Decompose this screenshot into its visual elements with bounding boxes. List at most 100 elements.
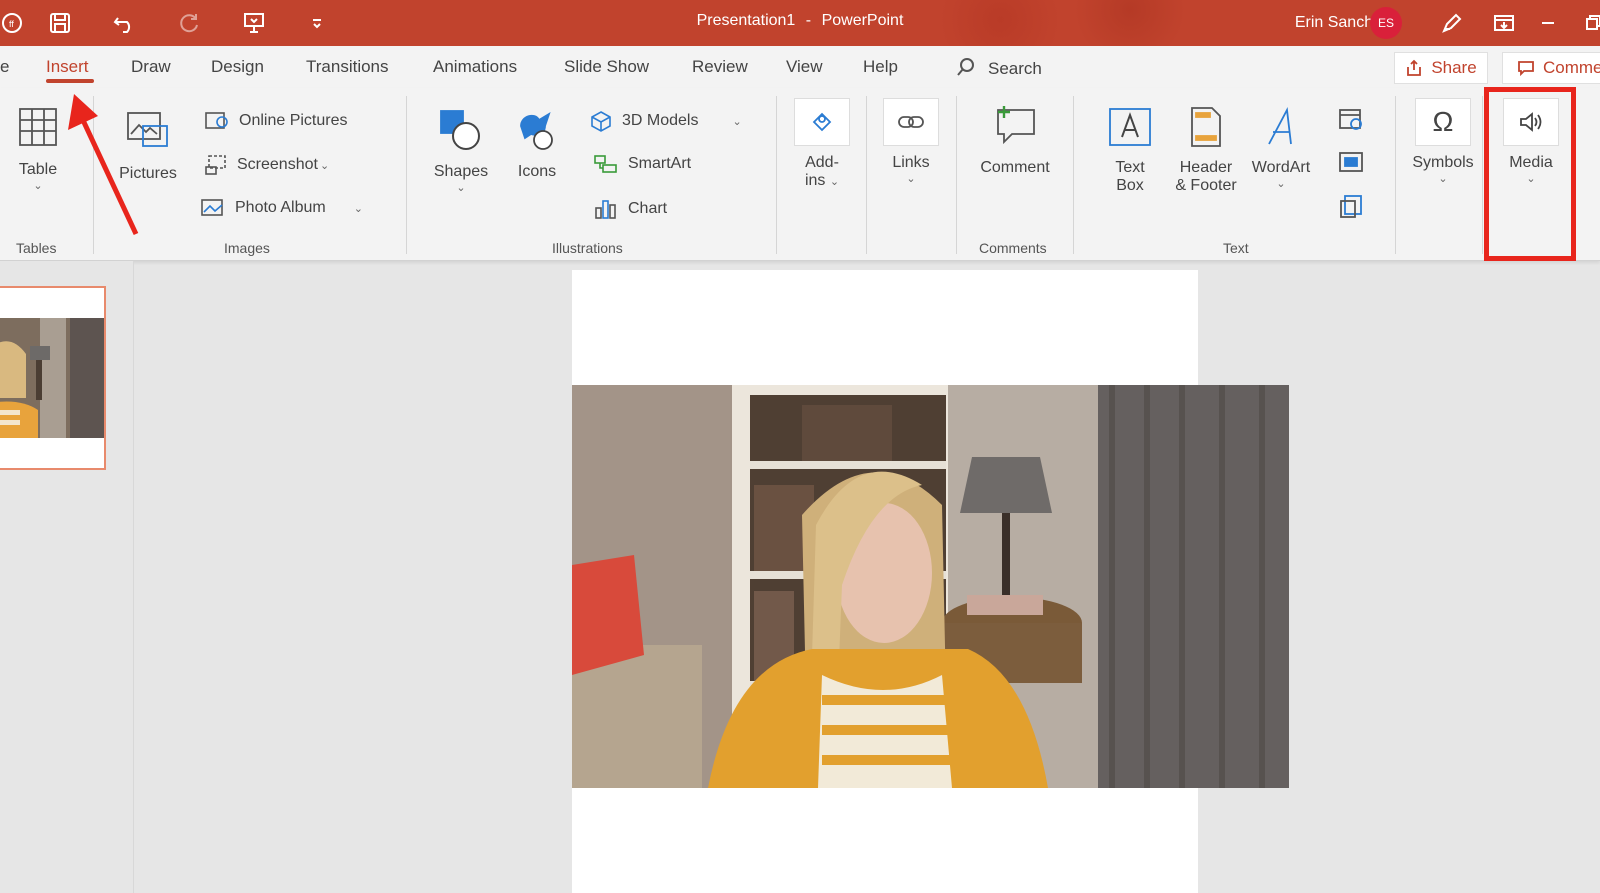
photo-album-button[interactable]: Photo Album ⌄ (201, 198, 363, 218)
comments-label: Comme (1543, 58, 1600, 77)
tab-animations[interactable]: Animations (433, 57, 517, 77)
symbols-label: Symbols (1412, 154, 1474, 171)
header-footer-button[interactable]: Header & Footer (1168, 106, 1244, 195)
annotation-arrow (68, 94, 139, 236)
add-ins-label-line1: Add- (805, 154, 839, 171)
icons-label: Icons (517, 163, 557, 180)
share-button[interactable]: Share (1394, 52, 1488, 84)
online-pictures-icon (205, 112, 228, 129)
share-icon (1407, 59, 1422, 76)
group-label-images: Images (224, 240, 270, 256)
omega-icon: Ω (1415, 98, 1471, 146)
group-divider (1395, 96, 1396, 254)
wordart-icon (1268, 107, 1292, 145)
shapes-button[interactable]: Shapes ⌄ (432, 108, 490, 194)
group-divider (406, 96, 407, 254)
chevron-down-icon: ⌄ (33, 180, 43, 192)
chevron-down-icon: ⌄ (319, 159, 330, 172)
tell-me-search[interactable]: Search (956, 57, 1042, 79)
links-label: Links (892, 154, 930, 171)
pen-icon[interactable] (1440, 0, 1464, 46)
add-ins-icon (812, 112, 832, 132)
tab-slide-show[interactable]: Slide Show (564, 57, 649, 77)
ribbon-tabs: e Insert Draw Design Transitions Animati… (0, 46, 1600, 88)
add-ins-button[interactable]: Add- ins ⌄ (792, 98, 852, 190)
shapes-label: Shapes (433, 163, 489, 180)
annotation-highlight-box (1484, 87, 1576, 261)
chart-button[interactable]: Chart (594, 198, 667, 220)
cube-icon (591, 111, 611, 132)
text-box-label-1: Text (1115, 159, 1145, 176)
comments-button[interactable]: Comme (1502, 52, 1600, 84)
slide-thumbnail-video-image (0, 318, 104, 438)
chevron-down-icon: ⌄ (1276, 178, 1286, 190)
tab-insert[interactable]: Insert (46, 57, 89, 77)
comment-icon (1518, 61, 1534, 77)
screenshot-button[interactable]: Screenshot ⌄ (205, 154, 329, 176)
avatar[interactable]: ES (1370, 7, 1402, 39)
add-ins-label-line2: ins ⌄ (792, 172, 852, 190)
link-icon (898, 116, 924, 128)
active-tab-indicator (46, 79, 94, 83)
ribbon-display-icon[interactable] (1493, 0, 1515, 46)
tab-review[interactable]: Review (692, 57, 748, 77)
table-icon (19, 108, 57, 146)
slide-video-image[interactable] (572, 385, 1289, 788)
group-divider (1482, 96, 1483, 254)
tab-design[interactable]: Design (211, 57, 264, 77)
slide-number-button[interactable] (1338, 150, 1364, 179)
group-label-text: Text (1223, 240, 1249, 256)
restore-icon[interactable] (1585, 0, 1600, 46)
slide-number-icon (1339, 152, 1363, 172)
chart-icon (595, 200, 616, 219)
symbols-button[interactable]: Ω Symbols ⌄ (1410, 98, 1476, 185)
text-box-button[interactable]: Text Box (1102, 106, 1158, 195)
screenshot-icon (205, 155, 226, 175)
document-title: Presentation1 (696, 12, 796, 29)
table-button[interactable]: Table ⌄ (14, 106, 62, 192)
tab-view[interactable]: View (786, 57, 823, 77)
group-divider (956, 96, 957, 254)
tab-help[interactable]: Help (863, 57, 898, 77)
table-label: Table (18, 161, 58, 178)
minimize-icon[interactable] (1540, 0, 1556, 46)
photo-album-icon (201, 199, 223, 216)
links-button[interactable]: Links ⌄ (881, 98, 941, 185)
search-icon (957, 58, 974, 76)
header-footer-label-1: Header (1179, 159, 1233, 176)
object-icon (1340, 195, 1362, 218)
new-comment-button[interactable]: Comment (977, 104, 1053, 177)
group-label-comments: Comments (979, 240, 1047, 256)
chart-label: Chart (628, 200, 668, 217)
3d-models-button[interactable]: 3D Models ⌄ (590, 110, 742, 132)
icons-icon (520, 111, 553, 150)
icons-button[interactable]: Icons (512, 108, 562, 181)
title-separator: - (805, 12, 812, 29)
chevron-down-icon: ⌄ (906, 173, 916, 185)
photo-album-label: Photo Album (235, 199, 326, 216)
chevron-down-icon: ⌄ (456, 182, 466, 194)
screenshot-label: Screenshot (237, 156, 318, 173)
chevron-down-icon: ⌄ (732, 115, 742, 128)
smartart-label: SmartArt (628, 155, 692, 172)
chevron-down-icon: ⌄ (1438, 173, 1448, 185)
chevron-down-icon: ⌄ (829, 176, 840, 188)
group-divider (866, 96, 867, 254)
online-pictures-button[interactable]: Online Pictures (205, 110, 348, 132)
chevron-down-icon: ⌄ (353, 202, 363, 215)
wordart-button[interactable]: WordArt ⌄ (1246, 106, 1316, 190)
date-time-button[interactable] (1338, 106, 1364, 137)
smartart-icon (594, 155, 617, 173)
text-box-icon (1109, 108, 1151, 146)
share-label: Share (1431, 58, 1477, 77)
calendar-icon (1339, 109, 1362, 130)
tab-home-partial[interactable]: e (0, 57, 9, 77)
group-label-illustrations: Illustrations (552, 240, 623, 256)
group-divider (776, 96, 777, 254)
new-comment-icon (997, 106, 1035, 145)
smartart-button[interactable]: SmartArt (594, 154, 691, 174)
tab-transitions[interactable]: Transitions (306, 57, 389, 77)
object-button[interactable] (1338, 194, 1364, 225)
tab-draw[interactable]: Draw (131, 57, 171, 77)
comment-label: Comment (980, 159, 1050, 176)
